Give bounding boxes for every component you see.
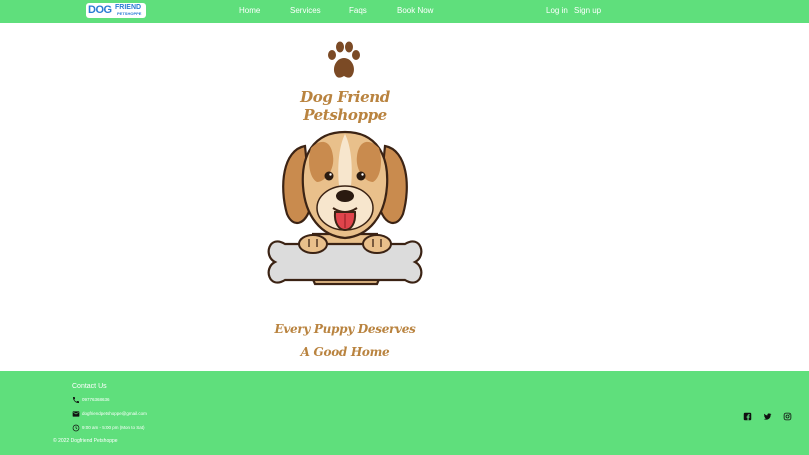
logo-petshoppe-text: PETSHOPPE <box>117 11 142 16</box>
contact-phone: 09776368636 <box>82 397 110 402</box>
navbar: DOG FRIEND PETSHOPPE Home Services Faqs … <box>0 0 809 23</box>
email-icon <box>72 410 80 417</box>
copyright: © 2022 Dogfriend Petshoppe <box>53 438 118 444</box>
twitter-icon[interactable] <box>763 412 772 421</box>
tagline-line-1: Every Puppy Deserves <box>274 322 416 336</box>
login-link[interactable]: Log in <box>546 6 568 16</box>
tagline-line-2: A Good Home <box>300 345 390 359</box>
contact-title: Contact Us <box>72 383 107 390</box>
site-logo[interactable]: DOG FRIEND PETSHOPPE <box>86 3 146 18</box>
contact-email[interactable]: dogfriendpetshoppe@gmail.com <box>82 411 147 416</box>
nav-home-link[interactable]: Home <box>239 6 260 16</box>
nav-book-now-link[interactable]: Book Now <box>397 6 433 16</box>
contact-hours: 9:00 am - 5:00 pm (Mon to Sat) <box>82 425 145 430</box>
instagram-icon[interactable] <box>783 412 792 421</box>
facebook-icon[interactable] <box>743 412 752 421</box>
contact-email-row: dogfriendpetshoppe@gmail.com <box>72 409 147 418</box>
hero-logo: Dog Friend Petshoppe Every Puppy Deserve… <box>265 38 425 368</box>
footer: Contact Us 09776368636 dogfriendpetshopp… <box>0 371 809 455</box>
clock-icon <box>72 424 80 431</box>
contact-phone-row: 09776368636 <box>72 395 110 404</box>
nav-services-link[interactable]: Services <box>290 6 321 16</box>
paw-icon <box>328 41 360 78</box>
contact-hours-row: 9:00 am - 5:00 pm (Mon to Sat) <box>72 423 145 432</box>
phone-icon <box>73 396 79 403</box>
dog-illustration <box>267 130 423 286</box>
brand-title: Dog Friend Petshoppe <box>300 88 390 124</box>
nav-faqs-link[interactable]: Faqs <box>349 6 367 16</box>
logo-friend-text: FRIEND <box>115 4 142 11</box>
signup-link[interactable]: Sign up <box>574 6 601 16</box>
logo-dog-text: DOG <box>88 4 112 16</box>
